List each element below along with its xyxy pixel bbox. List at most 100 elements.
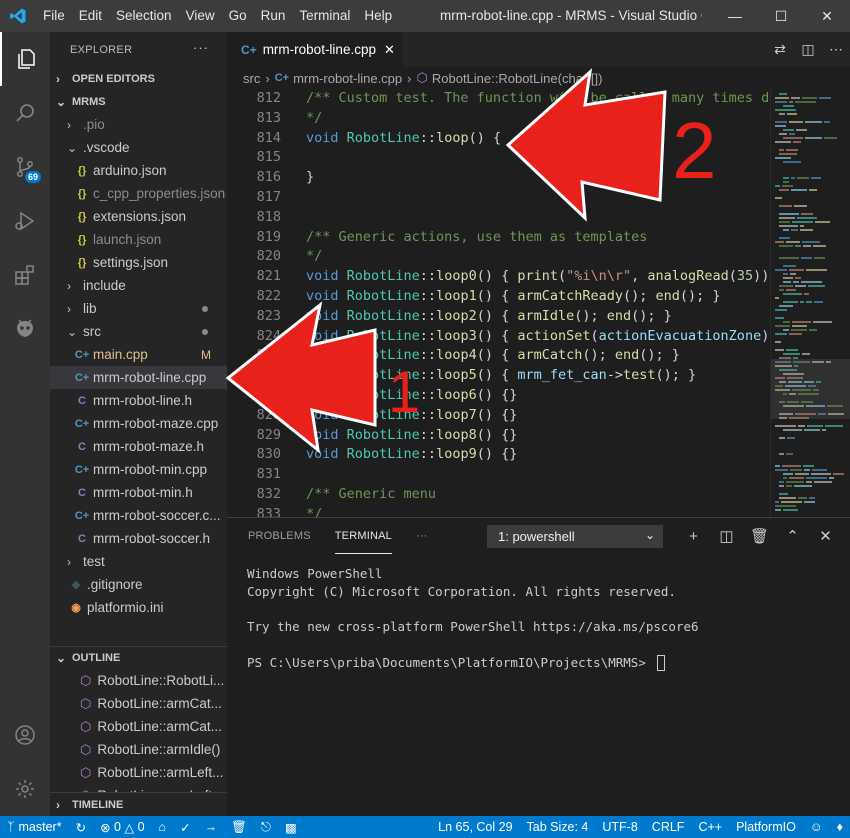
file-item[interactable]: Cmrm-robot-line.h [50,389,227,412]
more-actions-icon[interactable]: ··· [193,40,209,55]
close-panel-icon[interactable]: ✕ [809,527,842,545]
timeline-section[interactable]: › TIMELINE [50,792,227,816]
minimap-line [798,425,805,427]
file-item[interactable]: C+ mrm-robot-line.cpp [50,366,227,389]
maximize-button[interactable]: ☐ [758,0,804,32]
manage-gear-icon[interactable] [0,762,50,816]
file-item[interactable]: Cmrm-robot-maze.h [50,435,227,458]
cpp-file-icon: C+ [241,42,257,57]
maximize-panel-icon[interactable]: ⌃ [776,527,809,545]
file-item[interactable]: {} launch.json [50,228,227,251]
pio-terminal-icon[interactable]: ▩ [278,820,304,835]
panel-more-icon[interactable]: ··· [416,518,428,554]
line-ending[interactable]: CRLF [645,820,692,834]
menu-terminal[interactable]: Terminal [292,0,357,32]
outline-item[interactable]: ⬡ RobotLine::armLeft... [50,761,227,784]
cursor-position[interactable]: Ln 65, Col 29 [431,820,519,834]
tab-mrm-robot-line-cpp[interactable]: C+ mrm-robot-line.cpp ✕ [227,32,402,67]
file-item[interactable]: Cmrm-robot-soccer.h [50,527,227,550]
compare-changes-icon[interactable]: ⇄ [766,41,794,58]
feedback-icon[interactable]: ☺ [803,820,830,834]
file-item[interactable]: {} extensions.json [50,205,227,228]
menu-go[interactable]: Go [222,0,254,32]
menu-edit[interactable]: Edit [72,0,109,32]
extensions-icon[interactable] [0,248,50,302]
outline-item[interactable]: ⬡ RobotLine::RobotLi... [50,669,227,692]
folder-item[interactable]: ⌄ .vscode [50,136,227,159]
run-debug-icon[interactable] [0,194,50,248]
sync-icon[interactable]: ↻ [69,820,93,835]
pio-home-icon[interactable]: ⌂ [152,820,174,834]
outline-item[interactable]: ⬡ RobotLine::armCat... [50,715,227,738]
minimap-slider[interactable] [771,359,850,419]
file-item[interactable]: Cmrm-robot-min.h [50,481,227,504]
pio-upload-icon[interactable]: → [198,820,225,834]
pio-serial-icon[interactable]: ⎋ [254,820,278,835]
cpp-file-icon: C+ [74,463,90,476]
tab-terminal[interactable]: TERMINAL [334,518,392,554]
menu-help[interactable]: Help [357,0,399,32]
more-editor-actions-icon[interactable]: ⋯ [822,41,850,58]
platformio-status[interactable]: PlatformIO [729,820,803,834]
account-icon[interactable] [0,708,50,762]
menu-view[interactable]: View [179,0,222,32]
tab-problems[interactable]: PROBLEMS [248,518,311,554]
open-editors-section[interactable]: › OPEN EDITORS [50,67,227,90]
breadcrumb-file[interactable]: mrm-robot-line.cpp [293,71,402,86]
file-item[interactable]: C+ main.cpp M [50,343,227,366]
tab-size[interactable]: Tab Size: 4 [520,820,596,834]
explorer-icon[interactable] [0,32,50,86]
branch-status[interactable]: ᛉ master* [0,820,69,834]
folder-item[interactable]: › .pio [50,113,227,136]
file-item[interactable]: C+ mrm-robot-maze.cpp [50,412,227,435]
encoding[interactable]: UTF-8 [595,820,644,834]
split-editor-icon[interactable]: ◫ [794,41,822,58]
file-item[interactable]: ◆ .gitignore [50,573,227,596]
search-icon[interactable] [0,86,50,140]
file-item[interactable]: C+ mrm-robot-soccer.c... [50,504,227,527]
code-token: */ [306,505,323,517]
menu-run[interactable]: Run [254,0,293,32]
minimize-button[interactable]: — [712,0,758,32]
folder-item[interactable]: ⌄ src [50,320,227,343]
minimap-line [775,141,791,143]
json-file-icon: {} [77,164,87,177]
file-item[interactable]: {} c_cpp_properties.json [50,182,227,205]
outline-item[interactable]: ⬡ RobotLine::armIdle() [50,738,227,761]
pio-build-icon[interactable]: ✓ [173,820,197,835]
terminal-output[interactable]: Windows PowerShell Copyright (C) Microsof… [227,554,850,672]
platformio-icon[interactable] [0,302,50,356]
minimap[interactable] [770,89,850,517]
problems-status[interactable]: ⊗ 0 △ 0 [93,820,151,835]
minimap-line [800,301,804,303]
pio-clean-icon[interactable]: 🗑 [224,820,254,835]
project-section[interactable]: ⌄ MRMS [50,90,227,113]
minimap-line [775,241,784,243]
terminal-select[interactable]: 1: powershell ⌄ [487,525,663,548]
file-item[interactable]: ◉ platformio.ini [50,596,227,619]
new-terminal-icon[interactable]: + [677,528,710,545]
outline-section[interactable]: ⌄ OUTLINE [50,646,227,669]
line-number: 831 [256,466,281,483]
folder-item[interactable]: › lib [50,297,227,320]
source-control-icon[interactable]: 69 [0,140,50,194]
minimap-line [809,189,817,191]
close-window-button[interactable]: ✕ [804,0,850,32]
close-tab-icon[interactable]: ✕ [384,42,395,58]
notifications-bell-icon[interactable]: ♦ [830,820,850,834]
outline-item[interactable]: ⬡ RobotLine::armCat... [50,692,227,715]
menu-selection[interactable]: Selection [109,0,179,32]
menu-file[interactable]: File [36,0,72,32]
breadcrumb-symbol[interactable]: RobotLine::RobotLine(char []) [432,71,603,86]
file-item[interactable]: C+ mrm-robot-min.cpp [50,458,227,481]
breadcrumb-src[interactable]: src [243,71,260,86]
trash-icon[interactable]: 🗑 [743,527,776,545]
folder-item[interactable]: › include [50,274,227,297]
file-item[interactable]: {} settings.json [50,251,227,274]
language-mode[interactable]: C++ [691,820,729,834]
split-terminal-icon[interactable]: ◫ [710,527,743,545]
method-cube-icon: ⬡ [80,672,92,688]
code-editor[interactable]: 812 /** Custom test. The function will be… [227,89,770,517]
folder-item[interactable]: › test [50,550,227,573]
file-item[interactable]: {} arduino.json [50,159,227,182]
